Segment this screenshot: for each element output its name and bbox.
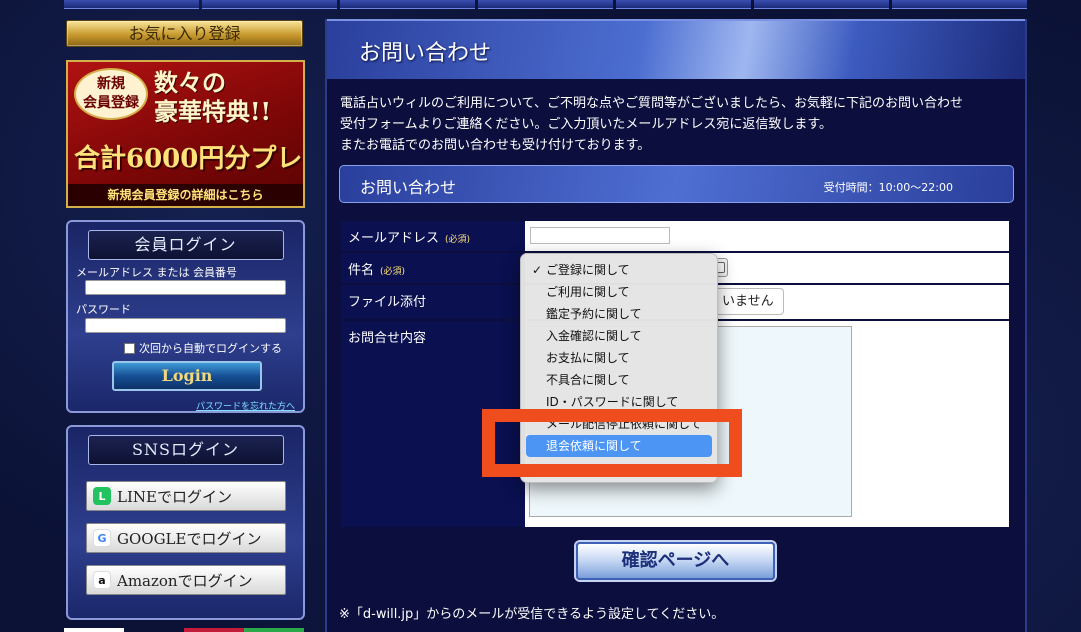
amazon-icon: a [93, 571, 111, 589]
dropdown-option-label: メール配信停止依頼に関して [546, 417, 702, 431]
dropdown-option[interactable]: ID・パスワードに関して [521, 391, 717, 413]
google-icon: G [93, 529, 111, 547]
promo-footer: 新規会員登録の詳細はこちら [68, 184, 303, 206]
top-nav-tab[interactable] [202, 0, 337, 9]
login-button[interactable]: Login [112, 361, 262, 391]
intro-line: 電話占いウィルのご利用について、ご不明な点やご質問等がございましたら、お気軽に下… [340, 96, 963, 111]
amazon-login-button[interactable]: a Amazonでログイン [86, 565, 286, 595]
dropdown-option[interactable]: ご利用に関して [521, 281, 717, 303]
auto-login-option[interactable]: 次回から自動でログインする [124, 340, 282, 356]
email-label: メールアドレス (必須) [341, 221, 525, 251]
page-title-bar: お問い合わせ [327, 19, 1025, 79]
member-login-panel: 会員ログイン メールアドレス または 会員番号 パスワード 次回から自動でログイ… [66, 220, 305, 413]
message-label: お問合せ内容 [341, 321, 525, 527]
dropdown-option[interactable]: 入金確認に関して [521, 325, 717, 347]
intro-line: 受付フォームよりご連絡ください。ご入力頂いたメールアドレス宛に返信致します。 [340, 117, 833, 132]
top-nav-tab[interactable] [754, 0, 889, 9]
line-icon: L [93, 487, 111, 505]
subject-dropdown-menu: ✓ ご登録に関して ご利用に関して 鑑定予約に関して 入金確認に関して お支払に関… [520, 253, 718, 483]
promo-headline-1: 数々の [154, 68, 226, 97]
intro-text: 電話占いウィルのご利用について、ご不明な点やご質問等がございましたら、お気軽に下… [340, 93, 1020, 156]
section-title: お問い合わせ [360, 178, 457, 197]
dropdown-option[interactable]: メール配信停止依頼に関して [521, 413, 717, 435]
dropdown-option-label: ID・パスワードに関して [546, 395, 679, 409]
dropdown-option-label: 鑑定予約に関して [546, 307, 642, 321]
login-id-input[interactable] [85, 280, 286, 295]
password-input[interactable] [85, 318, 286, 333]
email-field-cell [525, 221, 1009, 251]
email-domain-note: ※「d-will.jp」からのメールが受信できるよう設定してください。 [339, 607, 725, 622]
dropdown-option-label: 入金確認に関して [546, 329, 642, 343]
subject-label: 件名 (必須) [341, 253, 525, 283]
dropdown-option-label: 不具合に関して [546, 373, 630, 387]
dropdown-option-label: ご利用に関して [546, 285, 630, 299]
dropdown-option-label: ご登録に関して [546, 263, 630, 277]
confirm-page-button[interactable]: 確認ページへ [576, 542, 775, 580]
checkmark-icon: ✓ [532, 263, 543, 277]
required-badge: (必須) [380, 267, 406, 277]
top-nav-tab[interactable] [892, 0, 1027, 9]
promo-badge-text: 新規 会員登録 [83, 76, 139, 111]
dropdown-option[interactable]: 不具合に関して [521, 369, 717, 391]
email-row: メールアドレス (必須) [341, 221, 1009, 251]
email-label-text: メールアドレス [348, 231, 440, 246]
google-login-button[interactable]: G GOOGLEでログイン [86, 523, 286, 553]
line-login-label: LINEでログイン [117, 487, 232, 506]
intro-line: またお電話でのお問い合わせも受け付けております。 [340, 138, 651, 153]
auto-login-label: 次回から自動でログインする [139, 342, 282, 355]
dropdown-option[interactable]: ✓ ご登録に関して [521, 259, 717, 281]
business-hours: 受付時間：10:00〜22:00 [823, 181, 953, 194]
sns-login-title: SNSログイン [87, 435, 284, 465]
email-input[interactable] [530, 227, 670, 244]
top-nav-tab[interactable] [340, 0, 475, 9]
subject-label-text: 件名 [348, 263, 375, 278]
auto-login-checkbox[interactable] [124, 342, 135, 354]
promo-headline: 数々の 豪華特典!! [154, 68, 271, 126]
amazon-login-label: Amazonでログイン [117, 571, 253, 590]
password-label: パスワード [76, 303, 131, 316]
line-login-button[interactable]: L LINEでログイン [86, 481, 286, 511]
dropdown-option[interactable]: お支払に関して [521, 347, 717, 369]
signup-promo-banner[interactable]: 新規 会員登録 数々の 豪華特典!! 合計6000円分プレゼント 新規会員登録の… [66, 60, 305, 208]
forgot-password-link[interactable]: パスワードを忘れた方へ [196, 399, 295, 412]
top-nav [64, 0, 1027, 9]
promo-badge: 新規 会員登録 [74, 68, 148, 120]
sns-login-panel: SNSログイン L LINEでログイン G GOOGLEでログイン a Amaz… [66, 425, 305, 620]
required-badge: (必須) [445, 235, 471, 245]
top-nav-tab[interactable] [64, 0, 199, 9]
login-id-label: メールアドレス または 会員番号 [76, 266, 237, 279]
top-nav-tab[interactable] [478, 0, 613, 9]
google-login-label: GOOGLEでログイン [117, 529, 262, 548]
file-label: ファイル添付 [341, 285, 525, 319]
promo-headline-2: 豪華特典!! [154, 97, 272, 126]
section-header: お問い合わせ 受付時間：10:00〜22:00 [339, 165, 1014, 203]
top-nav-tab[interactable] [616, 0, 751, 9]
dropdown-option-label: 退会依頼に関して [546, 439, 642, 453]
dropdown-option-label: お支払に関して [546, 351, 630, 365]
dropdown-option[interactable]: 鑑定予約に関して [521, 303, 717, 325]
page-title: お問い合わせ [359, 41, 492, 66]
bottom-strip [64, 628, 304, 632]
dropdown-option-selected[interactable]: 退会依頼に関して [526, 435, 712, 457]
favorite-button[interactable]: お気に入り登録 [66, 20, 303, 47]
member-login-title: 会員ログイン [87, 230, 284, 260]
